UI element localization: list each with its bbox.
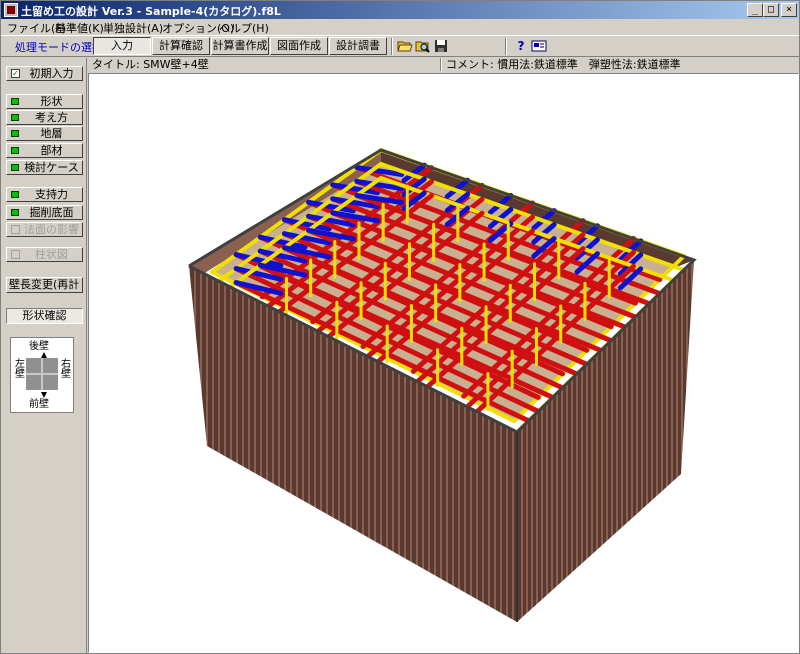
menu-bar: ファイル(F) 基準値(K) 単独設計(A) オプション(O) ヘルプ(H) — [1, 19, 799, 35]
boring-log-button[interactable]: 柱状図 — [6, 247, 83, 262]
app-icon[interactable] — [4, 3, 18, 17]
checkbox-icon: ✓ — [11, 69, 20, 78]
wall-length-change-button[interactable]: 壁長変更(再計算) — [6, 277, 83, 293]
toolbar-separator — [505, 38, 507, 55]
help-icon[interactable]: ? — [513, 39, 529, 54]
status-led-icon — [11, 130, 19, 137]
shape-confirm-label: 形状確認 — [6, 308, 83, 324]
approach-label: 考え方 — [35, 111, 68, 124]
menu-standard-values[interactable]: 基準値(K) — [55, 20, 104, 36]
status-led-icon — [11, 164, 19, 171]
slope-influence-button[interactable]: 法面の影響 — [6, 222, 83, 237]
design-document-button[interactable]: 設計調書 — [329, 37, 387, 55]
back-wall-label: 後壁 — [29, 341, 49, 352]
window-title: 土留め工の設計 Ver.3 - Sample-4(カタログ).f8L — [21, 5, 281, 18]
report-create-button[interactable]: 計算書作成 — [211, 37, 269, 55]
right-wall-label: 右壁 — [61, 359, 71, 380]
strata-label: 地層 — [40, 127, 63, 140]
minimize-button[interactable]: _ — [747, 3, 763, 17]
member-button[interactable]: 部材 — [6, 143, 83, 158]
menu-help[interactable]: ヘルプ(H) — [219, 20, 269, 36]
wall-direction-panel[interactable]: 後壁 左壁 右壁 前壁 — [10, 337, 74, 413]
excavation-bottom-button[interactable]: 掘削底面 — [6, 205, 83, 220]
front-wall-label: 前壁 — [29, 399, 49, 410]
slope-influence-label: 法面の影響 — [24, 223, 79, 236]
checkbox-icon — [11, 225, 20, 234]
save-icon[interactable] — [433, 39, 449, 54]
info-divider — [440, 58, 442, 71]
toolbar-separator — [391, 38, 393, 55]
input-button[interactable]: 入力 — [93, 37, 151, 55]
left-panel: ✓ 初期入力 形状 考え方 地層 部材 検討ケース 支持力 掘削底面 法面の影響… — [1, 58, 87, 654]
status-led-icon — [11, 191, 19, 198]
model-3d-viewport[interactable] — [88, 73, 799, 653]
model-title: タイトル: SMW壁+4壁 — [92, 58, 209, 71]
bearing-capacity-button[interactable]: 支持力 — [6, 187, 83, 202]
wall-length-change-label: 壁長変更(再計算) — [9, 278, 80, 291]
search-folder-icon[interactable] — [415, 39, 431, 54]
bearing-capacity-label: 支持力 — [35, 188, 68, 201]
status-led-icon — [11, 209, 19, 216]
open-folder-icon[interactable] — [397, 39, 413, 54]
status-led-icon — [11, 147, 19, 154]
shape-button[interactable]: 形状 — [6, 94, 83, 109]
checkbox-icon — [11, 250, 20, 259]
arrow-down-icon — [41, 392, 47, 398]
info-bar: タイトル: SMW壁+4壁 コメント: 慣用法:鉄道標準 弾塑性法:鉄道標準 — [88, 58, 799, 72]
app-window: 土留め工の設計 Ver.3 - Sample-4(カタログ).f8L _ □ ×… — [0, 0, 800, 654]
strata-button[interactable]: 地層 — [6, 126, 83, 141]
mode-select-label: 処理モードの選択 — [15, 41, 103, 54]
status-led-icon — [11, 98, 19, 105]
menu-single-design[interactable]: 単独設計(A) — [103, 20, 163, 36]
wall-grid — [26, 358, 58, 390]
initial-input-button[interactable]: ✓ 初期入力 — [6, 66, 83, 81]
shape-label: 形状 — [40, 95, 63, 108]
approach-button[interactable]: 考え方 — [6, 110, 83, 125]
left-wall-label: 左壁 — [15, 359, 25, 380]
excavation-bottom-label: 掘削底面 — [29, 206, 74, 219]
initial-input-label: 初期入力 — [29, 67, 74, 80]
boring-log-label: 柱状図 — [35, 248, 68, 261]
status-led-icon — [11, 114, 19, 121]
toolbar: 処理モードの選択 入力 計算確認 計算書作成 図面作成 設計調書 ? — [1, 35, 799, 57]
check-case-button[interactable]: 検討ケース — [6, 160, 83, 175]
title-bar[interactable]: 土留め工の設計 Ver.3 - Sample-4(カタログ).f8L _ □ × — [1, 1, 799, 19]
model-comment: コメント: 慣用法:鉄道標準 弾塑性法:鉄道標準 — [446, 58, 681, 71]
maximize-button[interactable]: □ — [763, 3, 779, 17]
member-label: 部材 — [40, 144, 63, 157]
close-button[interactable]: × — [781, 3, 797, 17]
retaining-wall-3d-model[interactable] — [89, 74, 799, 653]
about-icon[interactable] — [531, 39, 547, 54]
drawing-create-button[interactable]: 図面作成 — [270, 37, 328, 55]
check-case-label: 検討ケース — [24, 161, 79, 174]
calc-check-button[interactable]: 計算確認 — [152, 37, 210, 55]
